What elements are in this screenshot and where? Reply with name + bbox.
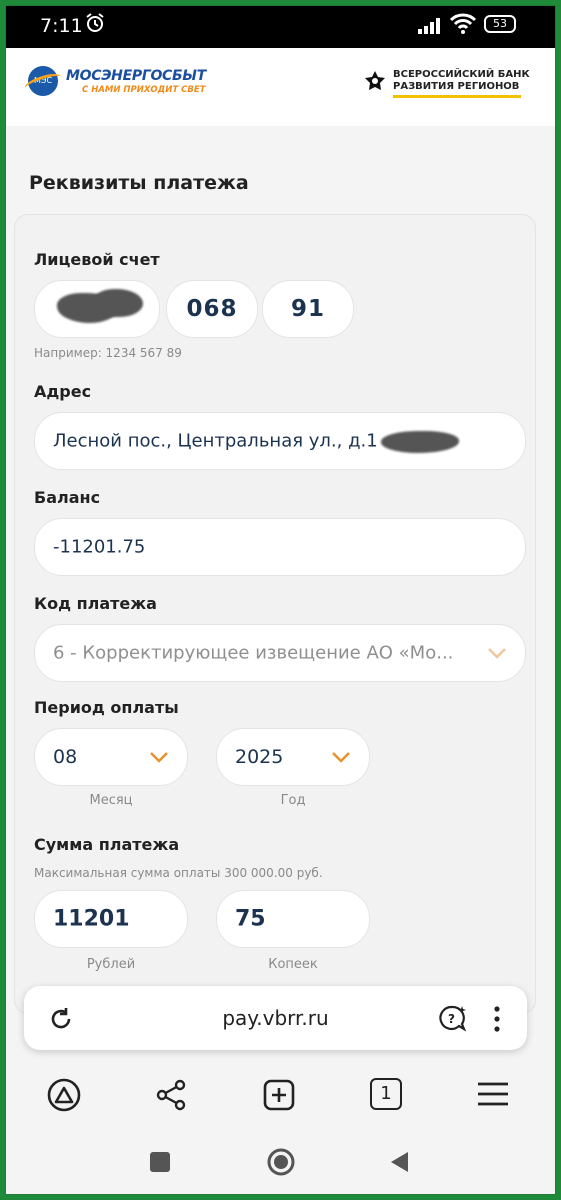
address-label: Адрес bbox=[34, 382, 92, 401]
bank-underline bbox=[393, 95, 521, 98]
address-value: Лесной пос., Центральная ул., д.1 bbox=[53, 430, 378, 452]
payment-code-select[interactable]: 6 - Корректирующее извещение АО «Мо... bbox=[34, 624, 526, 682]
tabs-counter-button[interactable]: 1 bbox=[370, 1078, 402, 1110]
alice-assistant-icon[interactable] bbox=[46, 1077, 82, 1113]
menu-icon[interactable] bbox=[476, 1080, 510, 1108]
account-part3-value: 91 bbox=[290, 296, 325, 322]
address-field[interactable]: Лесной пос., Центральная ул., д.1 bbox=[34, 412, 526, 470]
rubles-input[interactable]: 11201 bbox=[34, 890, 188, 948]
kopecks-value: 75 bbox=[235, 906, 266, 932]
svg-text:?: ? bbox=[448, 1012, 455, 1026]
status-bar: 7:11 53 bbox=[6, 6, 555, 48]
balance-value: -11201.75 bbox=[53, 536, 146, 558]
year-value: 2025 bbox=[235, 746, 284, 768]
back-button[interactable] bbox=[388, 1150, 410, 1174]
chevron-down-icon bbox=[488, 648, 506, 659]
month-value: 08 bbox=[53, 746, 78, 768]
month-select[interactable]: 08 bbox=[34, 728, 188, 786]
balance-field[interactable]: -11201.75 bbox=[34, 518, 526, 576]
account-part3-input[interactable]: 91 bbox=[262, 280, 354, 338]
share-icon[interactable] bbox=[154, 1078, 188, 1112]
redacted-mark bbox=[93, 289, 143, 317]
kopecks-caption: Копеек bbox=[268, 957, 318, 972]
balance-label: Баланс bbox=[34, 488, 101, 507]
home-button[interactable] bbox=[266, 1147, 296, 1177]
assistant-question-icon[interactable]: ? bbox=[438, 1004, 468, 1034]
payment-code-value: 6 - Корректирующее извещение АО «Мо... bbox=[53, 642, 454, 664]
status-time: 7:11 bbox=[40, 15, 83, 37]
rubles-caption: Рублей bbox=[86, 957, 136, 972]
mes-logo[interactable]: МЭС bbox=[28, 66, 58, 96]
year-select[interactable]: 2025 bbox=[216, 728, 370, 786]
mes-brand-name: МОСЭНЕРГОСБЫТ bbox=[66, 68, 206, 84]
signal-icon bbox=[418, 16, 444, 39]
alarm-icon bbox=[85, 13, 105, 38]
payment-code-label: Код платежа bbox=[34, 594, 157, 613]
period-label: Период оплаты bbox=[34, 698, 179, 717]
bank-name-line2: РАЗВИТИЯ РЕГИОНОВ bbox=[393, 81, 520, 92]
new-tab-icon[interactable] bbox=[262, 1078, 296, 1112]
chevron-down-icon bbox=[332, 752, 350, 763]
account-hint: Например: 1234 567 89 bbox=[34, 346, 182, 360]
redacted-mark bbox=[381, 431, 459, 453]
kopecks-input[interactable]: 75 bbox=[216, 890, 370, 948]
amount-label: Сумма платежа bbox=[34, 835, 180, 854]
page-title: Реквизиты платежа bbox=[29, 172, 249, 194]
amount-hint: Максимальная сумма оплаты 300 000.00 руб… bbox=[34, 866, 323, 880]
chevron-down-icon bbox=[150, 752, 168, 763]
recent-apps-button[interactable] bbox=[150, 1152, 170, 1172]
account-part2-value: 068 bbox=[186, 296, 238, 322]
wifi-icon bbox=[449, 13, 477, 40]
more-vertical-icon[interactable] bbox=[492, 1006, 502, 1032]
account-label: Лицевой счет bbox=[34, 250, 160, 269]
mes-slogan: С НАМИ ПРИХОДИТ СВЕТ bbox=[82, 85, 206, 95]
year-caption: Год bbox=[280, 793, 306, 808]
account-part2-input[interactable]: 068 bbox=[166, 280, 258, 338]
month-caption: Месяц bbox=[89, 793, 133, 808]
browser-url-bar[interactable]: pay.vbrr.ru ? bbox=[24, 986, 527, 1050]
battery-icon: 53 bbox=[484, 15, 516, 33]
bank-name-line1: ВСЕРОССИЙСКИЙ БАНК bbox=[393, 69, 530, 80]
rubles-value: 11201 bbox=[53, 906, 130, 932]
vbrr-logo-icon bbox=[364, 70, 386, 92]
account-part1-input[interactable] bbox=[34, 280, 160, 338]
